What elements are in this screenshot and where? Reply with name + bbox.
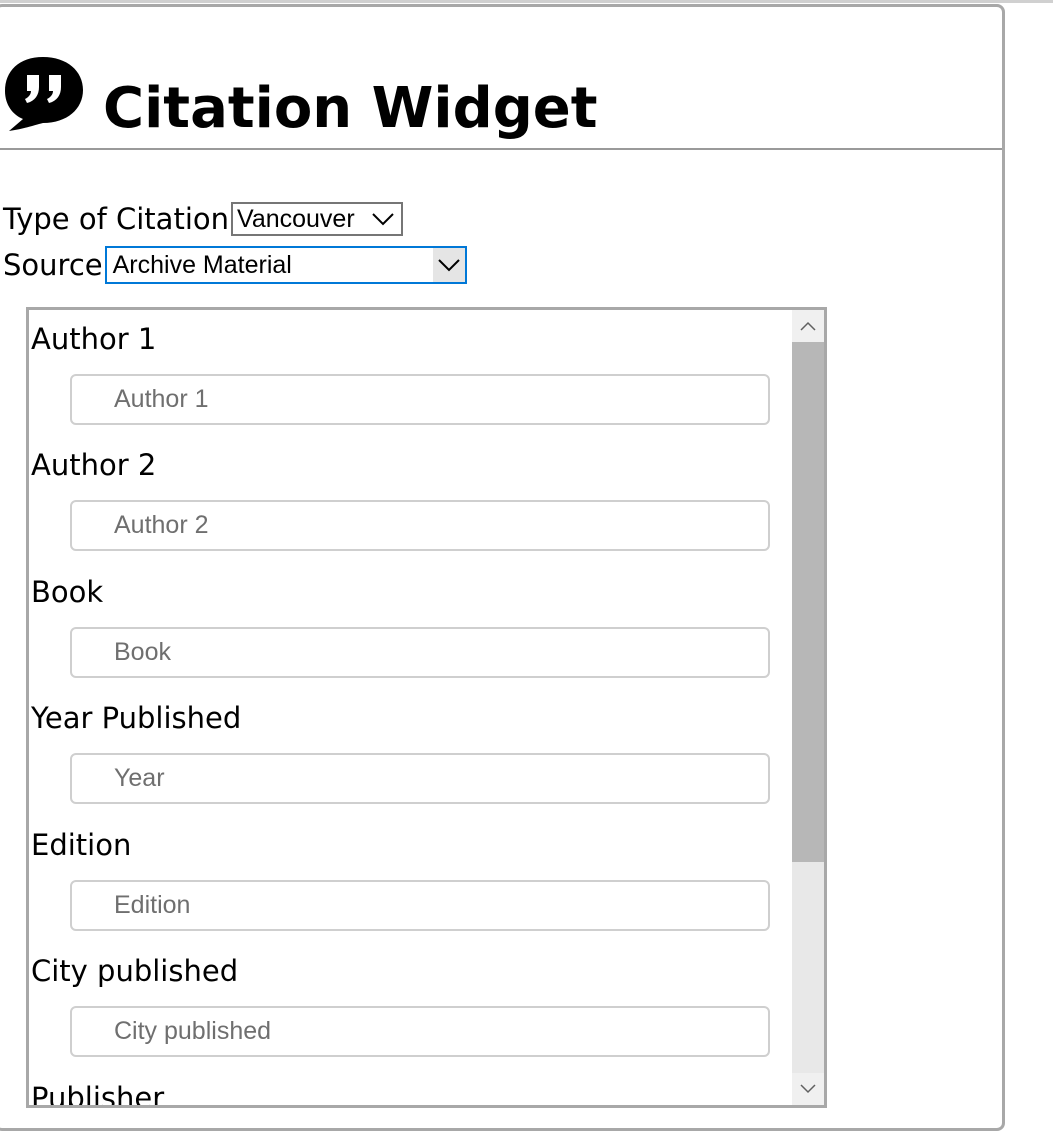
source-value: Archive Material — [112, 251, 292, 279]
field-label-author-1: Author 1 — [31, 322, 157, 356]
field-label-year-published: Year Published — [31, 701, 242, 735]
scroll-down-button[interactable] — [792, 1073, 824, 1105]
citation-type-value: Vancouver — [237, 205, 355, 233]
scrollbar-thumb[interactable] — [792, 342, 824, 862]
book-input[interactable] — [70, 627, 770, 678]
city-published-input[interactable] — [70, 1006, 770, 1057]
year-input[interactable] — [70, 753, 770, 804]
chevron-up-icon — [800, 321, 816, 331]
citation-type-label: Type of Citation — [3, 202, 229, 236]
page-title: Citation Widget — [103, 76, 598, 141]
citation-type-row: Type of Citation Vancouver — [3, 201, 403, 237]
author-2-input[interactable] — [70, 500, 770, 551]
field-label-book: Book — [31, 575, 104, 609]
scroll-up-button[interactable] — [792, 310, 824, 342]
field-label-author-2: Author 2 — [31, 448, 157, 482]
field-label-edition: Edition — [31, 828, 132, 862]
field-label-city-published: City published — [31, 954, 239, 988]
chevron-down-icon — [372, 213, 394, 226]
fields-scroll-container[interactable]: Author 1 Author 2 Book Year Published Ed… — [26, 307, 827, 1108]
author-1-input[interactable] — [70, 374, 770, 425]
source-dropdown-button[interactable] — [432, 248, 465, 282]
source-select[interactable]: Archive Material — [104, 246, 467, 284]
source-label: Source — [3, 248, 103, 282]
field-label-publisher: Publisher — [31, 1081, 165, 1108]
speech-bubble-quote-icon — [5, 57, 83, 131]
vertical-scrollbar[interactable] — [792, 310, 824, 1105]
source-row: Source Archive Material — [3, 246, 467, 284]
widget-header: Citation Widget — [0, 7, 1002, 150]
chevron-down-icon — [437, 259, 460, 272]
edition-input[interactable] — [70, 880, 770, 931]
chevron-down-icon — [800, 1084, 816, 1094]
top-edge-line — [0, 0, 1053, 3]
citation-type-select[interactable]: Vancouver — [231, 202, 403, 236]
